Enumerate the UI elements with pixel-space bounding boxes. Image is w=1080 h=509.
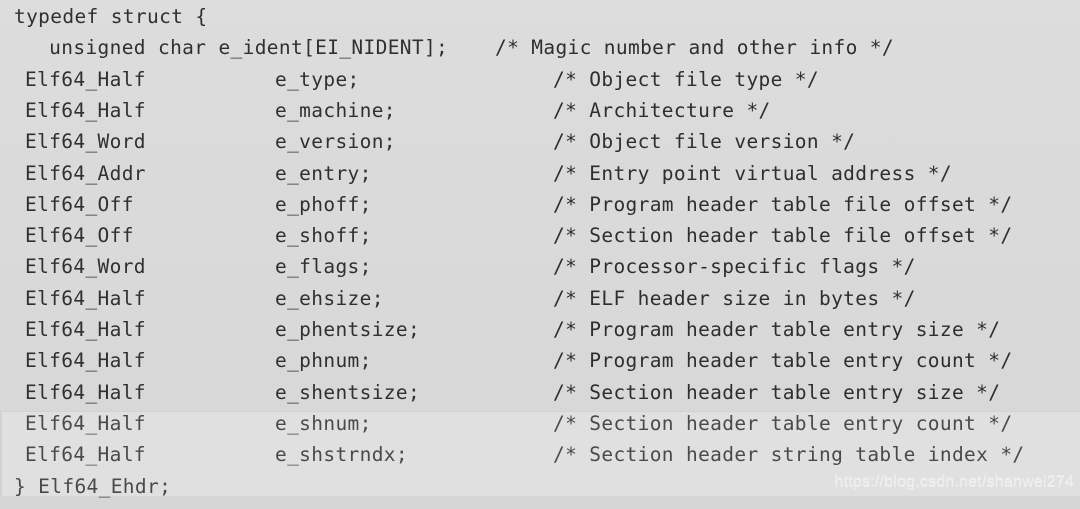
field-name: e_machine; xyxy=(275,98,396,122)
field-comment: /* Object file type */ xyxy=(553,67,819,91)
field-type: Elf64_Off xyxy=(25,224,134,248)
field-type: Elf64_Half xyxy=(25,318,146,341)
field-comment: /* Section header table entry count */ xyxy=(553,411,1013,435)
field-name: e_ehsize; xyxy=(275,286,384,310)
code-line: Elf64_Off e_phoff; /* Program header table… xyxy=(0,189,1080,220)
field-type: Elf64_Half xyxy=(25,443,146,467)
field-name: e_shstrndx; xyxy=(275,443,408,467)
field-comment: /* Processor-specific flags */ xyxy=(553,255,916,279)
field-comment: /* Program header table entry count */ xyxy=(553,349,1013,373)
code-line: Elf64_Half e_ehsize; /* ELF header size in… xyxy=(0,283,1080,314)
field-comment: /* Section header string table index */ xyxy=(553,443,1025,467)
code-line: Elf64_Half e_shentsize; /* Section header … xyxy=(0,377,1080,408)
field-type: Elf64_Half xyxy=(25,67,146,91)
field-comment: /* Architecture */ xyxy=(553,98,771,122)
field-comment: /* Program header table file offset */ xyxy=(553,192,1013,216)
code-line: Elf64_Word e_version; /* Object file versi… xyxy=(0,126,1080,157)
field-type: Elf64_Half xyxy=(25,411,146,435)
code-line: Elf64_Off e_shoff; /* Section header table… xyxy=(0,220,1080,251)
field-type: Elf64_Off xyxy=(25,192,134,216)
field-comment: /* Program header table entry size */ xyxy=(553,318,1001,341)
field-name: e_phnum; xyxy=(275,349,372,373)
field-name: e_flags; xyxy=(275,255,372,279)
field-comment: /* Magic number and other info */ xyxy=(495,36,894,60)
field-comment: /* Entry point virtual address */ xyxy=(553,161,952,185)
code-snippet-screenshot: typedef struct { unsigned char e_ident[E… xyxy=(0,0,1080,509)
struct-open-line: typedef struct { xyxy=(14,5,208,28)
field-name: e_phoff; xyxy=(275,192,372,216)
field-type: Elf64_Half xyxy=(25,98,146,122)
field-type: Elf64_Half xyxy=(25,380,146,404)
field-name: e_shentsize; xyxy=(275,380,421,404)
code-block: typedef struct { unsigned char e_ident[E… xyxy=(0,0,1080,509)
field-type: Elf64_Half xyxy=(25,349,146,373)
code-line: Elf64_Addr e_entry; /* Entry point virtual… xyxy=(0,158,1080,189)
code-line: Elf64_Half e_shstrndx; /* Section header s… xyxy=(0,439,1080,470)
field-type: Elf64_Half xyxy=(25,286,146,310)
field-comment: /* ELF header size in bytes */ xyxy=(553,286,916,310)
field-comment: /* Object file version */ xyxy=(553,130,856,154)
field-type: Elf64_Word xyxy=(25,130,146,154)
field-declaration: unsigned char e_ident[EI_NIDENT]; xyxy=(25,36,449,60)
field-name: e_shoff; xyxy=(275,224,372,248)
field-comment: /* Section header table file offset */ xyxy=(553,224,1013,248)
field-comment: /* Section header table entry size */ xyxy=(553,380,1001,404)
field-name: e_phentsize; xyxy=(275,318,421,341)
struct-close-line: } Elf64_Ehdr; xyxy=(14,474,172,498)
code-line: Elf64_Half e_machine; /* Architecture */ xyxy=(0,95,1080,126)
field-type: Elf64_Addr xyxy=(25,161,146,185)
field-name: e_version; xyxy=(275,130,396,154)
code-line: Elf64_Half e_type; /* Object file type */ xyxy=(0,64,1080,95)
code-line: Elf64_Word e_flags; /* Processor-specific … xyxy=(0,251,1080,282)
code-line: typedef struct { xyxy=(0,1,1080,32)
code-line: Elf64_Half e_shnum; /* Section header tabl… xyxy=(0,408,1080,439)
field-name: e_shnum; xyxy=(275,411,372,435)
field-name: e_entry; xyxy=(275,161,372,185)
field-name: e_type; xyxy=(275,67,360,91)
watermark-text: https://blog.csdn.net/shanwei274 xyxy=(834,473,1074,490)
code-line: Elf64_Half e_phentsize; /* Program header … xyxy=(0,314,1080,345)
code-line: Elf64_Half e_phnum; /* Program header tabl… xyxy=(0,345,1080,376)
code-line: unsigned char e_ident[EI_NIDENT]; /* Magi… xyxy=(0,32,1080,63)
field-type: Elf64_Word xyxy=(25,255,146,279)
